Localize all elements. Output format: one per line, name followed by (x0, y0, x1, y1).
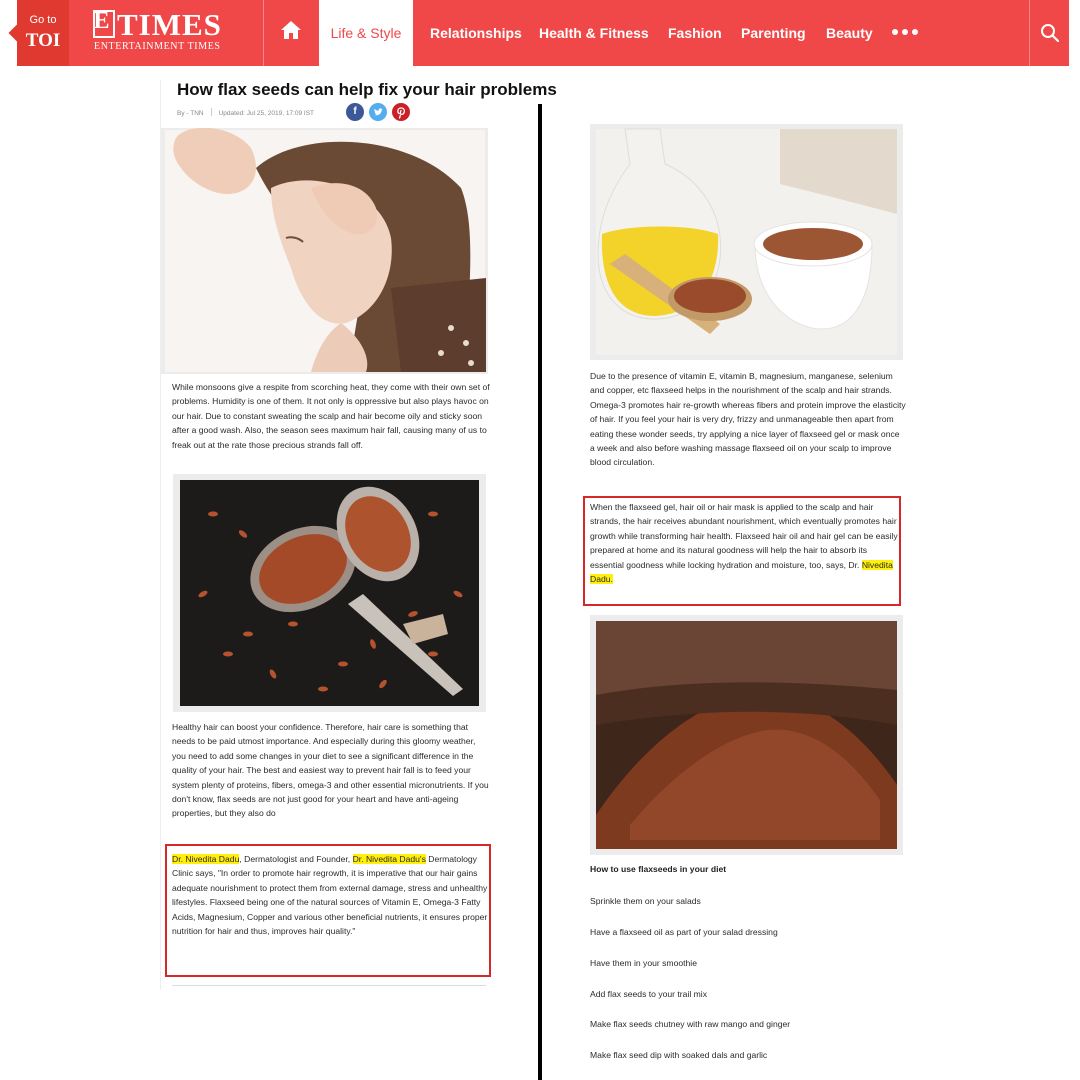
byline-updated: Updated: Jul 25, 2019, 17:09 IST (218, 110, 315, 117)
logo-mark-letter: E (93, 8, 110, 34)
etimes-logo[interactable]: E TIMES ENTERTAINMENT TIMES (93, 7, 243, 56)
twitter-icon[interactable] (369, 103, 387, 121)
toi-label: TOI (25, 30, 61, 51)
woman-illustration (165, 128, 486, 372)
tip-item: Sprinkle them on your salads (590, 896, 701, 906)
quote-mid-text: , Dermatologist and Founder, (239, 854, 353, 864)
flax-oil-illustration (596, 128, 897, 355)
nav-item-fashion[interactable]: Fashion (668, 0, 722, 66)
nav-item-health-fitness[interactable]: Health & Fitness (539, 0, 649, 66)
more-icon[interactable] (892, 29, 918, 37)
facebook-icon[interactable]: f (346, 103, 364, 121)
article-image-flax-pile (590, 615, 903, 855)
article-image-flax-oil (590, 124, 903, 360)
nav-divider (263, 0, 264, 66)
logo-subtitle: ENTERTAINMENT TIMES (94, 41, 221, 52)
tip-item: Make flax seeds chutney with raw mango a… (590, 1019, 791, 1029)
tip-item: Add flax seeds to your trail mix (590, 989, 708, 999)
tip-item: Have a flaxseed oil as part of your sala… (590, 927, 778, 937)
right-paragraph-1: Due to the presence of vitamin E, vitami… (590, 371, 906, 468)
search-button[interactable] (1030, 0, 1069, 66)
go-to-toi-button[interactable]: Go to TOI (8, 0, 69, 66)
home-button[interactable] (265, 0, 317, 66)
quote-highlight-name: Dr. Nivedita Dadu (172, 854, 240, 864)
top-nav-bar: Go to TOI E TIMES ENTERTAINMENT TIMES Li… (8, 0, 1069, 66)
byline-author: By - TNN (177, 110, 204, 117)
pinterest-icon[interactable] (392, 103, 410, 121)
article-title: How flax seeds can help fix your hair pr… (177, 80, 557, 99)
right-quote-text: When the flaxseed gel, hair oil or hair … (590, 500, 900, 586)
right-quote-body: When the flaxseed gel, hair oil or hair … (590, 502, 898, 570)
go-to-label: Go to (29, 14, 57, 26)
tip-item: Make flax seed dip with soaked dals and … (590, 1050, 768, 1060)
nav-item-relationships[interactable]: Relationships (430, 0, 522, 66)
left-quote-text: Dr. Nivedita Dadu, Dermatologist and Fou… (172, 852, 488, 938)
nav-item-beauty[interactable]: Beauty (826, 0, 873, 66)
article-image-flax-spoons (173, 474, 486, 712)
left-column-bottom-rule (172, 985, 486, 986)
article-image-woman (161, 128, 488, 374)
how-to-use-heading: How to use flaxseeds in your diet (590, 864, 727, 874)
column-divider (538, 104, 542, 1080)
quote-highlight-clinic: Dr. Nivedita Dadu's (352, 854, 426, 864)
nav-item-life-style[interactable]: Life & Style (319, 0, 413, 66)
flax-pile-illustration (596, 621, 897, 849)
search-icon (1041, 24, 1060, 43)
logo-word: TIMES (117, 7, 222, 42)
home-icon (281, 21, 301, 39)
quote-rest-text: Dermatology Clinic says, "In order to pr… (172, 854, 488, 937)
left-paragraph-2: Healthy hair can boost your confidence. … (172, 722, 489, 819)
tip-item: Have them in your smoothie (590, 958, 697, 968)
left-paragraph-1: While monsoons give a respite from scorc… (172, 382, 490, 450)
article-byline: By - TNN Updated: Jul 25, 2019, 17:09 IST (177, 108, 314, 117)
flax-spoons-illustration (180, 480, 479, 706)
nav-item-parenting[interactable]: Parenting (741, 0, 806, 66)
